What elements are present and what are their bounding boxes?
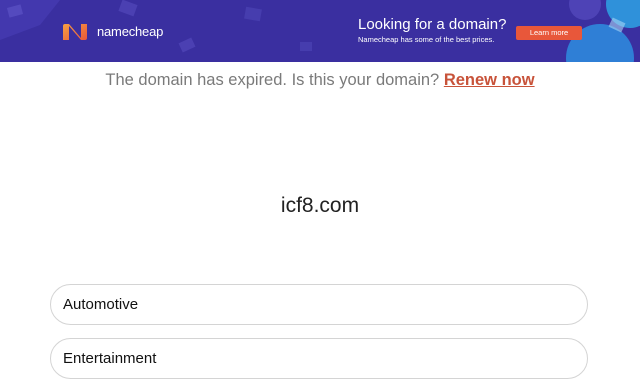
category-link-automotive[interactable]: Automotive <box>50 284 588 325</box>
domain-title: icf8.com <box>280 194 360 217</box>
promo-banner[interactable]: namecheap Looking for a domain? Namechea… <box>0 0 640 62</box>
category-label: Automotive <box>63 296 139 313</box>
category-link-entertainment[interactable]: Entertainment <box>50 338 588 379</box>
promo-subtext: Namecheap has some of the best prices. <box>358 35 495 44</box>
renew-now-link[interactable]: Renew now <box>444 71 535 89</box>
learn-more-button[interactable]: Learn more <box>516 26 582 40</box>
namecheap-logo-icon <box>63 24 87 40</box>
promo-headline: Looking for a domain? <box>358 16 507 33</box>
brand-wordmark: namecheap <box>97 24 164 39</box>
expired-notice: The domain has expired. Is this your dom… <box>0 71 640 90</box>
expired-notice-text: The domain has expired. Is this your dom… <box>105 71 440 89</box>
category-label: Entertainment <box>63 350 157 367</box>
